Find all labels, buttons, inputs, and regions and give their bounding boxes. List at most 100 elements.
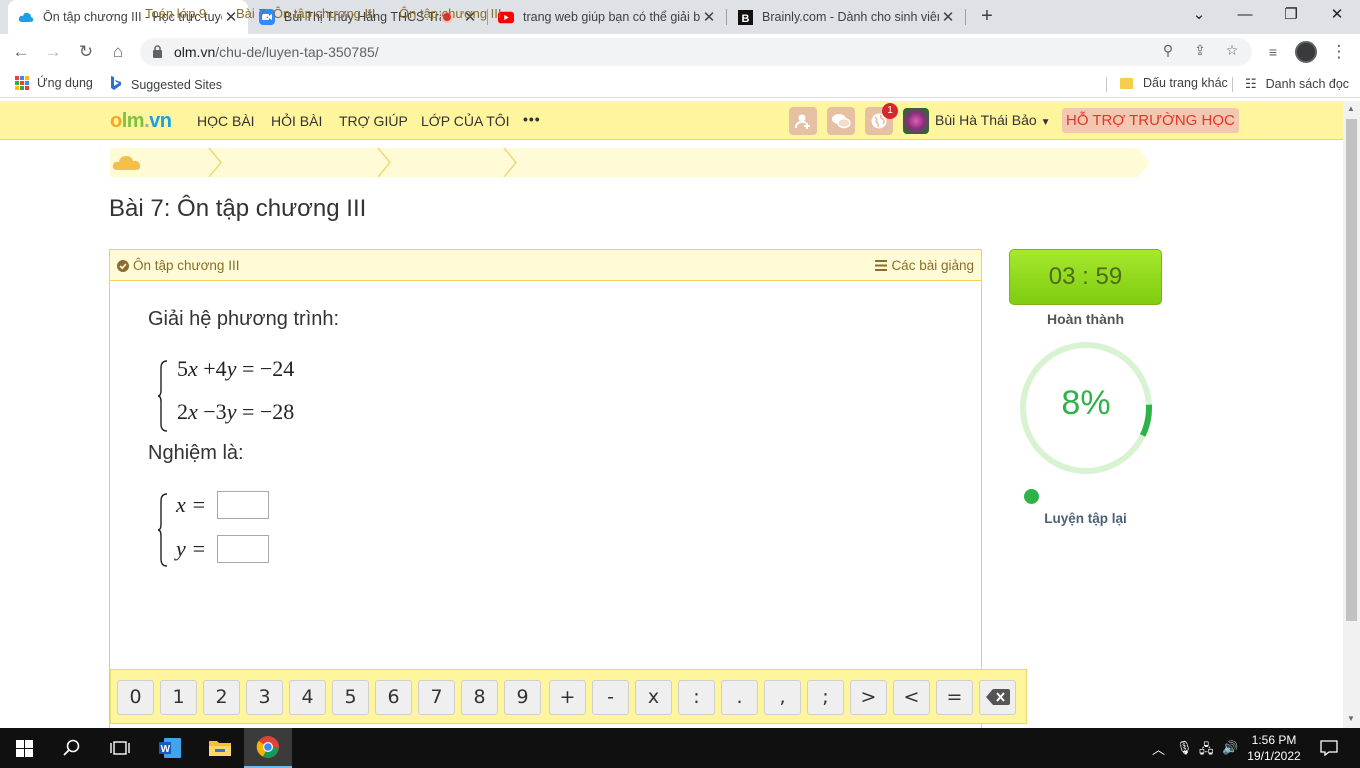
retry-button[interactable]: Luyện tập lại (1009, 511, 1162, 526)
search-icon[interactable] (48, 728, 96, 768)
forward-arrow-icon[interactable]: → (40, 39, 66, 65)
share-icon[interactable]: ⇪ (1190, 42, 1210, 62)
folder-icon (1120, 77, 1133, 89)
url-host: olm.vn (174, 44, 216, 60)
volume-icon[interactable]: 🔊 (1222, 740, 1238, 756)
exercise-header: Ôn tập chương III Các bài giảng (110, 250, 981, 281)
bookmark-other[interactable]: Dấu trang khác (1120, 76, 1228, 90)
eq1-coef-y: +4 (203, 356, 227, 381)
zoom-magnifier-icon[interactable]: ⚲ (1158, 42, 1178, 62)
key-4[interactable]: 4 (289, 680, 326, 715)
task-view-icon[interactable] (96, 728, 144, 768)
key-comma[interactable]: , (764, 680, 801, 715)
tab-olm[interactable]: Ôn tập chương III - Học trực tuyến ✕ (8, 0, 248, 34)
scroll-down-icon[interactable]: ▼ (1347, 714, 1355, 723)
key-less[interactable]: < (893, 680, 930, 715)
new-tab-plus-icon[interactable]: + (976, 6, 998, 28)
key-minus[interactable]: - (592, 680, 629, 715)
media-queue-icon[interactable]: ≡ (1260, 39, 1286, 65)
key-multiply[interactable]: x (635, 680, 672, 715)
bookmark-suggested-sites[interactable]: Suggested Sites (110, 76, 222, 94)
eq2-coef-x: 2 (177, 399, 188, 424)
reload-icon[interactable]: ↻ (73, 39, 99, 65)
key-7[interactable]: 7 (418, 680, 455, 715)
key-3[interactable]: 3 (246, 680, 283, 715)
answer-x-input[interactable] (217, 491, 269, 519)
answer-y-input[interactable] (217, 535, 269, 563)
key-semicolon[interactable]: ; (807, 680, 844, 715)
menu-hoc-bai[interactable]: HỌC BÀI (197, 113, 255, 129)
close-icon[interactable]: ✕ (939, 8, 957, 26)
notification-center-icon[interactable] (1305, 728, 1353, 768)
breadcrumb-item-subject[interactable]: Toán lớp 9 (145, 6, 206, 21)
minimize-icon[interactable]: — (1222, 0, 1268, 32)
network-icon[interactable]: 🖧 (1199, 740, 1214, 762)
home-icon[interactable]: ⌂ (105, 39, 131, 65)
restore-icon[interactable]: ❐ (1268, 0, 1314, 32)
key-6[interactable]: 6 (375, 680, 412, 715)
word-icon[interactable]: W (146, 728, 194, 768)
key-colon[interactable]: : (678, 680, 715, 715)
close-window-icon[interactable]: ✕ (1314, 0, 1360, 32)
finish-button[interactable]: Hoàn thành (1009, 311, 1162, 327)
key-5[interactable]: 5 (332, 680, 369, 715)
menu-lop-cua-toi[interactable]: LỚP CỦA TÔI (421, 113, 510, 129)
key-backspace[interactable] (979, 680, 1016, 715)
key-8[interactable]: 8 (461, 680, 498, 715)
backspace-icon (985, 689, 1010, 705)
close-icon[interactable]: ✕ (700, 8, 718, 26)
back-arrow-icon[interactable]: ← (8, 39, 34, 65)
bookmark-apps[interactable]: Ứng dụng (15, 76, 93, 90)
scroll-up-icon[interactable]: ▲ (1347, 104, 1355, 113)
bookmark-reading-list[interactable]: ☷ Danh sách đọc (1245, 76, 1349, 92)
brainly-icon: B (737, 9, 753, 25)
bookmark-star-icon[interactable]: ☆ (1222, 42, 1242, 62)
tab-search-chevron-icon[interactable]: ⌄ (1176, 0, 1222, 32)
menu-tro-giup[interactable]: TRỢ GIÚP (339, 113, 408, 129)
address-bar[interactable]: olm.vn/chu-de/luyen-tap-350785/ ⚲ ⇪ ☆ (140, 38, 1252, 66)
key-dot[interactable]: . (721, 680, 758, 715)
chrome-icon[interactable] (244, 728, 292, 768)
olm-logo[interactable]: olm.vn (110, 110, 172, 133)
page-scrollbar[interactable]: ▲ ▼ (1343, 101, 1360, 728)
kebab-menu-icon[interactable]: ⋮ (1326, 39, 1352, 65)
status-dot-icon (1024, 489, 1039, 504)
answer-prompt: Nghiệm là: (148, 442, 244, 464)
system-clock[interactable]: 1:56 PM 19/1/2022 (1243, 732, 1305, 764)
reading-list-label: Danh sách đọc (1265, 77, 1350, 91)
breadcrumb-item-lesson[interactable]: Bài 7: Ôn tập chương III (236, 6, 375, 21)
menu-hoi-bai[interactable]: HỎI BÀI (271, 113, 322, 129)
logo-letter: n (159, 110, 172, 132)
user-name: Bùi Hà Thái Bảo (935, 112, 1037, 128)
eq2-coef-y: −3 (203, 399, 227, 424)
answer-x-label: x = (176, 492, 207, 517)
bookmark-divider (1106, 77, 1107, 92)
key-equals[interactable]: = (936, 680, 973, 715)
add-friend-icon[interactable] (789, 107, 817, 135)
lock-icon (152, 45, 163, 63)
support-school-button[interactable]: HỖ TRỢ TRƯỜNG HỌC (1062, 108, 1239, 133)
key-1[interactable]: 1 (160, 680, 197, 715)
key-plus[interactable]: + (549, 680, 586, 715)
user-name-dropdown[interactable]: Bùi Hà Thái Bảo ▼ (935, 112, 1051, 128)
scroll-thumb[interactable] (1346, 119, 1357, 621)
breadcrumb-chevron-icon (208, 148, 222, 177)
key-0[interactable]: 0 (117, 680, 154, 715)
tab-brainly[interactable]: B Brainly.com - Dành cho sinh viên ✕ (727, 0, 965, 34)
windows-start-icon[interactable] (0, 728, 48, 768)
eq1-coef-x: 5 (177, 356, 188, 381)
key-2[interactable]: 2 (203, 680, 240, 715)
file-explorer-icon[interactable] (196, 728, 244, 768)
breadcrumb-item-topic[interactable]: Ôn tập chương III (399, 6, 502, 21)
more-menu-icon[interactable]: ••• (523, 111, 541, 127)
user-avatar[interactable] (903, 108, 929, 134)
tray-chevron-icon[interactable]: ︿ (1152, 739, 1165, 758)
microphone-icon[interactable]: 🎙 (1176, 740, 1193, 756)
key-greater[interactable]: > (850, 680, 887, 715)
list-icon (875, 260, 888, 271)
profile-avatar[interactable] (1295, 41, 1317, 63)
lectures-link[interactable]: Các bài giảng (875, 258, 974, 273)
chat-icon[interactable] (827, 107, 855, 135)
tab-youtube[interactable]: trang web giúp bạn có thể giải bài ✕ (488, 0, 726, 34)
key-9[interactable]: 9 (504, 680, 541, 715)
